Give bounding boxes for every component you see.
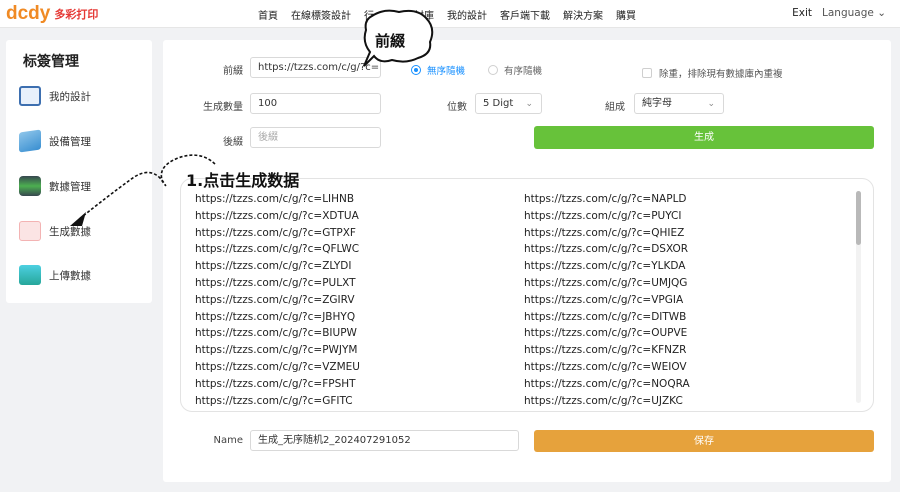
nav-purchase[interactable]: 購買 (616, 7, 636, 22)
list-item: https://tzzs.com/c/g/?c=NOQRA (524, 377, 690, 390)
device-icon (19, 129, 41, 153)
list-item: https://tzzs.com/c/g/?c=ZGIRV (195, 293, 355, 306)
list-item: https://tzzs.com/c/g/?c=UJZKC (524, 394, 683, 407)
list-item: https://tzzs.com/c/g/?c=WEIOV (524, 360, 687, 373)
list-item: https://tzzs.com/c/g/?c=DITWB (524, 310, 687, 323)
list-item: https://tzzs.com/c/g/?c=JBHYQ (195, 310, 356, 323)
sidebar-item-devices[interactable]: 設備管理 (19, 129, 91, 153)
language-label: Language (822, 7, 874, 19)
radio-label: 有序隨機 (504, 66, 543, 77)
list-item: https://tzzs.com/c/g/?c=YLKDA (524, 260, 686, 273)
list-item: https://tzzs.com/c/g/?c=OUPVE (524, 327, 688, 340)
list-item: https://tzzs.com/c/g/?c=GFITC (195, 394, 353, 407)
compose-label: 組成 (605, 102, 625, 113)
digits-label: 位數 (447, 102, 467, 113)
count-label: 生成數量 (203, 102, 243, 113)
count-input[interactable]: 100 (250, 93, 381, 114)
logo-text: 多彩打印 (54, 8, 99, 21)
main-nav: 首頁 在線標簽設計 行 素材庫 我的設計 客戶端下載 解決方案 購買 (258, 7, 649, 22)
list-item: https://tzzs.com/c/g/?c=FPSHT (195, 377, 356, 390)
list-item: https://tzzs.com/c/g/?c=QFLWC (195, 243, 360, 256)
logo-mark: dcdy (6, 3, 51, 24)
nav-home[interactable]: 首頁 (258, 7, 278, 22)
generate-button[interactable]: 生成 (534, 126, 874, 149)
design-icon (19, 86, 41, 106)
dedupe-checkbox[interactable]: 除重，排除現有數據庫內重複 (642, 66, 783, 80)
list-item: https://tzzs.com/c/g/?c=KFNZR (524, 344, 687, 357)
checkbox-box (642, 68, 652, 78)
chevron-down-icon: ⌄ (707, 99, 715, 109)
list-item: https://tzzs.com/c/g/?c=VZMEU (195, 360, 360, 373)
generate-icon (19, 221, 41, 241)
database-icon (19, 176, 41, 196)
generate-data-panel: 前綴 https://tzzs.com/c/g/?c= 無序隨機 有序隨機 除重… (163, 40, 891, 482)
list-item: https://tzzs.com/c/g/?c=ZLYDI (195, 260, 352, 273)
digits-select[interactable]: 5 Digt ⌄ (475, 93, 542, 114)
nav-my-designs[interactable]: 我的設計 (447, 7, 487, 22)
sidebar-item-label: 上傳數據 (49, 269, 91, 282)
list-item: https://tzzs.com/c/g/?c=PULXT (195, 276, 356, 289)
suffix-label: 後綴 (223, 137, 243, 148)
sidebar-title: 标簽管理 (23, 54, 79, 70)
radio-dot (488, 65, 498, 75)
sidebar-item-label: 我的設計 (49, 90, 91, 103)
nav-online-design[interactable]: 在線標簽設計 (291, 7, 351, 22)
sidebar-item-upload-data[interactable]: 上傳數據 (19, 265, 91, 285)
compose-value: 純字母 (642, 98, 672, 109)
list-item: https://tzzs.com/c/g/?c=PWJYM (195, 344, 358, 357)
scrollbar-thumb[interactable] (856, 191, 861, 245)
checkbox-label: 除重，排除現有數據庫內重複 (659, 69, 783, 80)
compose-select[interactable]: 純字母 ⌄ (634, 93, 724, 114)
nav-client-download[interactable]: 客戶端下載 (500, 7, 550, 22)
digits-value: 5 Digt (483, 98, 514, 109)
annotation-step-text: 1.点击生成数据 (186, 171, 300, 190)
chevron-down-icon: ⌄ (525, 99, 533, 109)
list-item: https://tzzs.com/c/g/?c=VPGIA (524, 293, 684, 306)
save-button[interactable]: 保存 (534, 430, 874, 452)
annotation-arrow (70, 154, 216, 226)
name-input[interactable]: 生成_无序随机2_202407291052 (250, 430, 519, 451)
results-list[interactable]: https://tzzs.com/c/g/?c=LIHNB https://tz… (180, 178, 874, 412)
list-item: https://tzzs.com/c/g/?c=QHIEZ (524, 226, 685, 239)
list-item: https://tzzs.com/c/g/?c=PUYCI (524, 209, 682, 222)
brand-logo[interactable]: dcdy 多彩打印 (6, 4, 98, 24)
nav-solutions[interactable]: 解決方案 (563, 7, 603, 22)
sidebar-item-my-designs[interactable]: 我的設計 (19, 86, 91, 106)
results-scrollbar[interactable] (856, 191, 861, 403)
sidebar-item-label: 設備管理 (49, 135, 91, 148)
name-label: Name (213, 435, 243, 446)
list-item: https://tzzs.com/c/g/?c=BIUPW (195, 327, 357, 340)
top-navbar: dcdy 多彩打印 首頁 在線標簽設計 行 素材庫 我的設計 客戶端下載 解決方… (0, 0, 900, 28)
exit-link[interactable]: Exit (792, 7, 812, 19)
upload-icon (19, 265, 41, 285)
results-column-right: https://tzzs.com/c/g/?c=NAPLD https://tz… (524, 191, 690, 409)
chevron-down-icon: ⌄ (877, 7, 886, 19)
suffix-input[interactable]: 後綴 (250, 127, 381, 148)
callout-bubble-text: 前綴 (375, 32, 406, 50)
list-item: https://tzzs.com/c/g/?c=NAPLD (524, 193, 687, 205)
radio-ordered-random[interactable]: 有序隨機 (488, 63, 542, 77)
top-right-links: Exit Language ⌄ (792, 7, 886, 19)
list-item: https://tzzs.com/c/g/?c=UMJQG (524, 276, 688, 289)
list-item: https://tzzs.com/c/g/?c=DSXOR (524, 243, 689, 256)
prefix-label: 前綴 (223, 66, 243, 77)
language-selector[interactable]: Language ⌄ (822, 7, 886, 19)
